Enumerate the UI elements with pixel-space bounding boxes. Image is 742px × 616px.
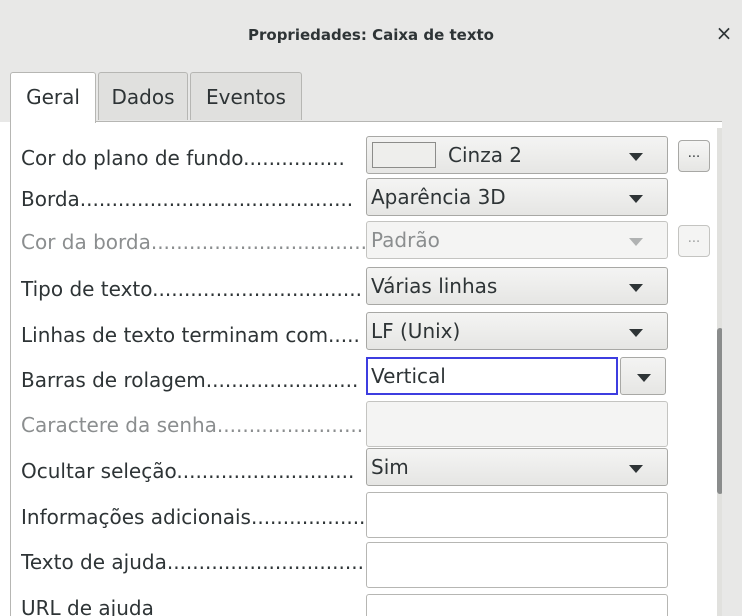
scrollbars-field[interactable]: Vertical [366, 357, 618, 395]
help-text-field[interactable] [366, 542, 668, 588]
border-value: Aparência 3D [371, 185, 506, 209]
border-color-dropdown: Padrão [366, 221, 668, 259]
additional-info-field[interactable] [366, 492, 668, 538]
label-help-text: Texto de ajuda..........................… [21, 550, 364, 574]
tab-eventos[interactable]: Eventos [190, 72, 302, 120]
label-password-char: Caractere da senha......................… [21, 413, 364, 437]
label-hide-selection: Ocultar seleção.........................… [21, 459, 355, 483]
label-text-type: Tipo de texto...........................… [21, 277, 362, 301]
tab-strip: Geral Dados Eventos [0, 70, 742, 123]
hide-selection-value: Sim [371, 455, 409, 479]
close-icon[interactable]: × [714, 22, 734, 44]
chevron-down-icon [629, 284, 643, 292]
properties-panel: Cor do plano de fundo................ Ci… [10, 122, 723, 616]
hide-selection-dropdown[interactable]: Sim [366, 448, 668, 486]
border-dropdown[interactable]: Aparência 3D [366, 178, 668, 216]
label-border-color: Cor da borda............................… [21, 230, 367, 254]
border-color-more-button: ... [678, 225, 710, 257]
text-type-value: Várias linhas [371, 274, 498, 298]
label-additional-info: Informações adicionais.................. [21, 505, 366, 529]
color-swatch [372, 142, 436, 168]
tab-dados[interactable]: Dados [98, 72, 188, 120]
tab-geral[interactable]: Geral [10, 72, 96, 123]
scrollbars-dropdown-button[interactable] [620, 357, 666, 395]
chevron-down-icon [629, 329, 643, 337]
label-border: Borda...................................… [21, 187, 354, 211]
label-line-endings: Linhas de texto terminam com..... [21, 323, 360, 347]
background-color-more-button[interactable]: ... [678, 140, 710, 172]
window-margin [722, 122, 742, 616]
label-scrollbars: Barras de rolagem.......................… [21, 368, 359, 392]
line-endings-dropdown[interactable]: LF (Unix) [366, 312, 668, 350]
password-char-field [366, 401, 668, 447]
window-title: Propriedades: Caixa de texto [248, 26, 494, 44]
background-color-value: Cinza 2 [448, 143, 523, 167]
chevron-down-icon [629, 153, 643, 161]
label-help-url: URL de ajuda [21, 596, 154, 616]
background-color-dropdown[interactable]: Cinza 2 [366, 136, 668, 174]
text-type-dropdown[interactable]: Várias linhas [366, 267, 668, 305]
label-background-color: Cor do plano de fundo................ [21, 146, 345, 170]
chevron-down-icon [637, 374, 651, 382]
chevron-down-icon [629, 465, 643, 473]
title-bar: Propriedades: Caixa de texto × [0, 0, 742, 71]
scrollbars-combo: Vertical [366, 357, 668, 395]
help-url-field[interactable] [366, 594, 668, 616]
chevron-down-icon [629, 195, 643, 203]
line-endings-value: LF (Unix) [371, 319, 461, 343]
chevron-down-icon [629, 238, 643, 246]
border-color-value: Padrão [371, 228, 440, 252]
